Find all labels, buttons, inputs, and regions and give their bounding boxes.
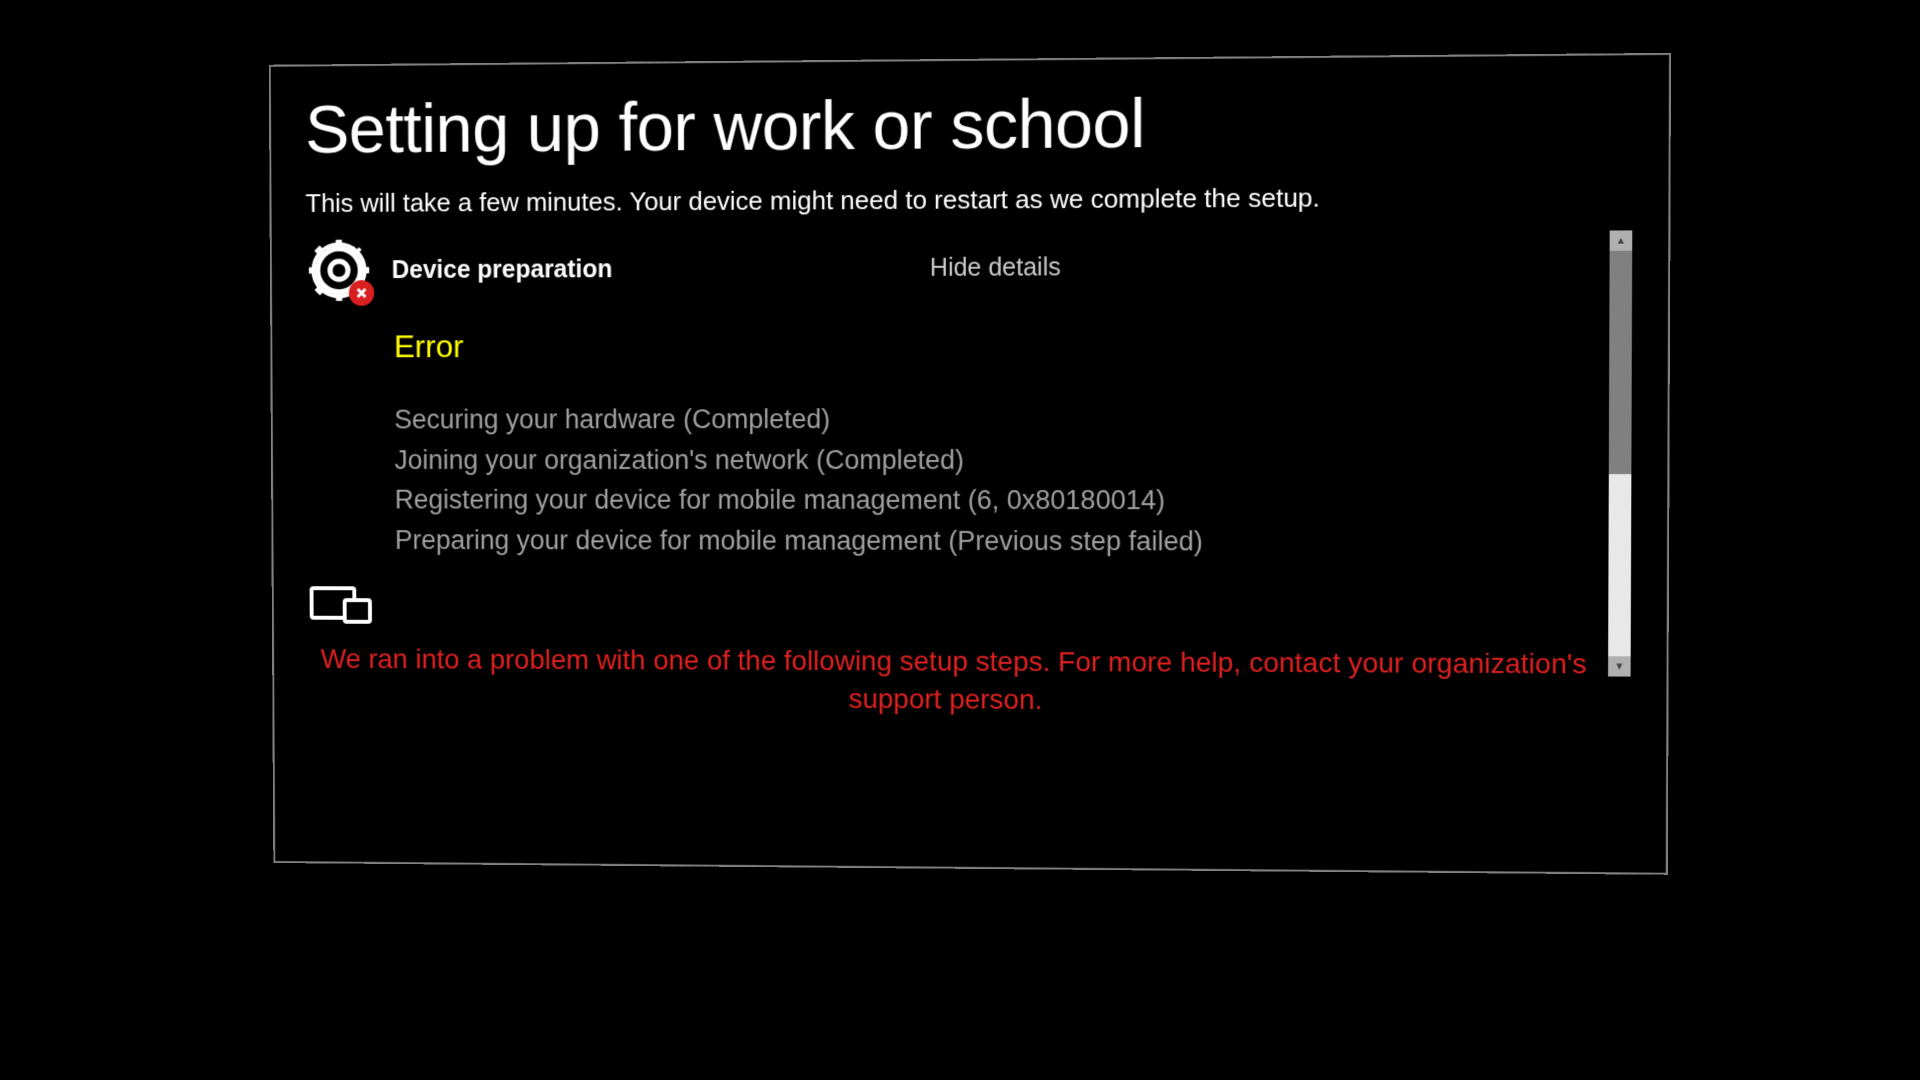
setup-dialog: Setting up for work or school This will … <box>269 53 1671 875</box>
page-subtitle: This will take a few minutes. Your devic… <box>305 181 1632 219</box>
section-label: Device preparation <box>392 255 613 285</box>
hide-details-link[interactable]: Hide details <box>930 253 1061 283</box>
devices-icon <box>308 584 374 626</box>
scrollbar-track[interactable] <box>1608 474 1631 656</box>
page-title: Setting up for work or school <box>305 81 1633 169</box>
scrollbar-down-arrow[interactable]: ▼ <box>1608 656 1631 676</box>
gear-icon-wrapper <box>306 237 373 305</box>
device-preparation-header: Device preparation Hide details <box>306 231 1602 305</box>
dialog-content: Setting up for work or school This will … <box>271 55 1669 873</box>
error-badge-icon <box>349 280 374 306</box>
error-status-label: Error <box>394 325 1601 365</box>
scrollbar[interactable]: ▲ ▼ <box>1608 230 1632 676</box>
problem-message: We ran into a problem with one of the fo… <box>308 640 1600 721</box>
scrollbar-thumb[interactable] <box>1609 251 1632 474</box>
setup-step: Preparing your device for mobile managem… <box>395 520 1601 562</box>
setup-step: Securing your hardware (Completed) <box>394 398 1601 440</box>
scroll-content: Device preparation Hide details Error Se… <box>306 231 1602 852</box>
scrollbar-up-arrow[interactable]: ▲ <box>1610 230 1633 250</box>
setup-step: Joining your organization's network (Com… <box>394 439 1600 480</box>
setup-step: Registering your device for mobile manag… <box>395 480 1601 521</box>
scroll-area: Device preparation Hide details Error Se… <box>306 230 1633 852</box>
close-icon <box>355 286 369 300</box>
devices-icon-wrapper <box>308 584 1601 635</box>
details-block: Error Securing your hardware (Completed)… <box>306 325 1601 562</box>
